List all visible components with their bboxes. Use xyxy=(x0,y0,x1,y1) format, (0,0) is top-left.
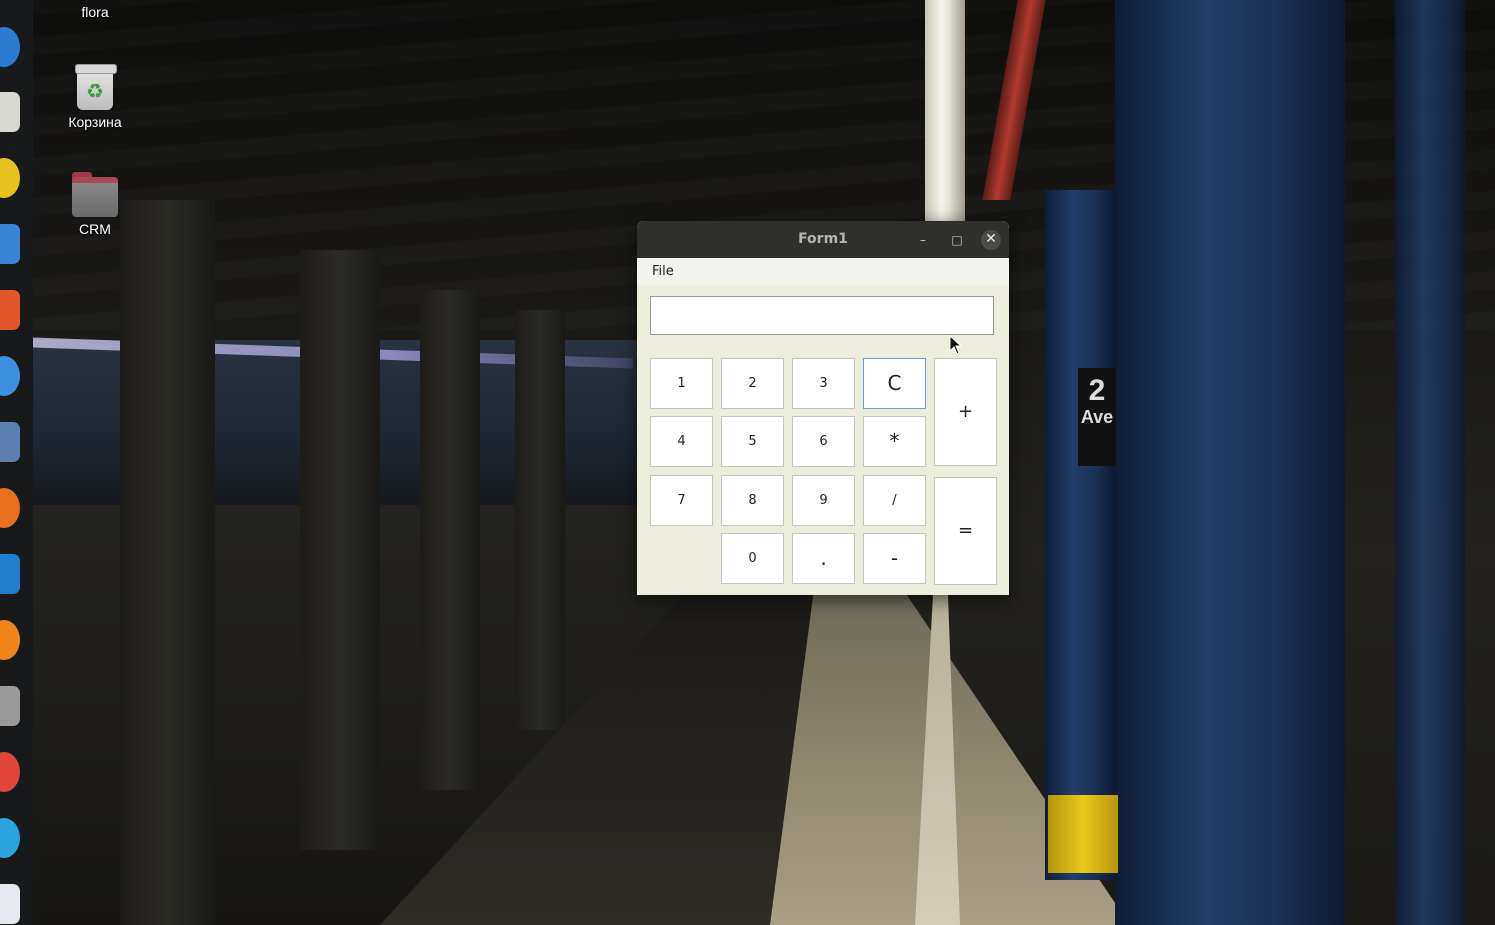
desktop-icon-trash[interactable]: ♻ Корзина xyxy=(50,64,140,130)
key-8-button[interactable]: 8 xyxy=(721,475,784,526)
desktop-icon-crm[interactable]: CRM xyxy=(50,172,140,237)
mouse-cursor-icon xyxy=(949,335,963,355)
help-icon[interactable] xyxy=(0,356,20,396)
close-button[interactable]: ✕ xyxy=(981,230,1001,250)
app-icon[interactable] xyxy=(0,620,20,660)
window-titlebar[interactable]: Form1 – □ ✕ xyxy=(637,221,1009,258)
key-9-button[interactable]: 9 xyxy=(792,475,855,526)
key-3-button[interactable]: 3 xyxy=(792,358,855,409)
wallpaper-pillar xyxy=(515,310,565,730)
key-2-button[interactable]: 2 xyxy=(721,358,784,409)
wallpaper-yellow-base xyxy=(1048,795,1118,873)
wallpaper-station-sign: 2 Ave xyxy=(1078,368,1116,466)
software-center-icon[interactable] xyxy=(0,290,20,330)
menu-bar: File xyxy=(637,258,1009,285)
libreoffice-writer-icon[interactable] xyxy=(0,224,20,264)
desktop-icon-label: flora xyxy=(81,4,109,20)
monitor-icon[interactable] xyxy=(0,686,20,726)
equals-button[interactable]: = xyxy=(934,477,997,585)
trash-icon: ♻ xyxy=(75,64,117,110)
key-1-button[interactable]: 1 xyxy=(650,358,713,409)
wallpaper-pillar xyxy=(420,290,480,790)
key-0-button[interactable]: 0 xyxy=(721,533,784,584)
folder-icon xyxy=(72,172,118,217)
wallpaper-ceiling-light xyxy=(925,0,965,225)
wallpaper-blue-column xyxy=(1115,0,1345,925)
key-7-button[interactable]: 7 xyxy=(650,475,713,526)
wallpaper-pillar xyxy=(300,250,380,850)
wallpaper-sign-text: Ave xyxy=(1080,407,1114,427)
text-editor-icon[interactable] xyxy=(0,884,20,924)
key-5-button[interactable]: 5 xyxy=(721,416,784,467)
menu-file[interactable]: File xyxy=(652,264,674,279)
minus-button[interactable]: - xyxy=(863,533,926,584)
desktop-icon-flora[interactable]: flora xyxy=(50,0,140,20)
plus-button[interactable]: + xyxy=(934,358,997,466)
wallpaper-blue-column xyxy=(1395,0,1465,925)
vscode-icon[interactable] xyxy=(0,554,20,594)
wallpaper-blue-column xyxy=(1045,190,1115,880)
desktop-icon-label: CRM xyxy=(79,221,111,237)
thunderbird-icon[interactable] xyxy=(0,27,20,67)
maximize-button[interactable]: □ xyxy=(947,230,967,250)
firefox-icon[interactable] xyxy=(0,488,20,528)
wallpaper-pillar xyxy=(120,200,215,925)
dock xyxy=(0,0,33,925)
telegram-icon[interactable] xyxy=(0,818,20,858)
files-icon[interactable] xyxy=(0,92,20,132)
settings-icon[interactable] xyxy=(0,422,20,462)
clear-button[interactable]: C xyxy=(863,358,926,409)
key-6-button[interactable]: 6 xyxy=(792,416,855,467)
calculator-display[interactable] xyxy=(650,296,994,335)
divide-button[interactable]: / xyxy=(863,475,926,526)
wallpaper-sign-number: 2 xyxy=(1088,374,1106,407)
key-4-button[interactable]: 4 xyxy=(650,416,713,467)
calculator-window: Form1 – □ ✕ File 1 2 3 C + 4 5 6 * 7 8 9… xyxy=(637,221,1009,595)
decimal-point-button[interactable]: . xyxy=(792,533,855,584)
minimize-button[interactable]: – xyxy=(913,230,933,250)
desktop-icon-label: Корзина xyxy=(68,114,122,130)
rhythmbox-icon[interactable] xyxy=(0,158,20,198)
chrome-icon[interactable] xyxy=(0,752,20,792)
multiply-button[interactable]: * xyxy=(863,416,926,467)
